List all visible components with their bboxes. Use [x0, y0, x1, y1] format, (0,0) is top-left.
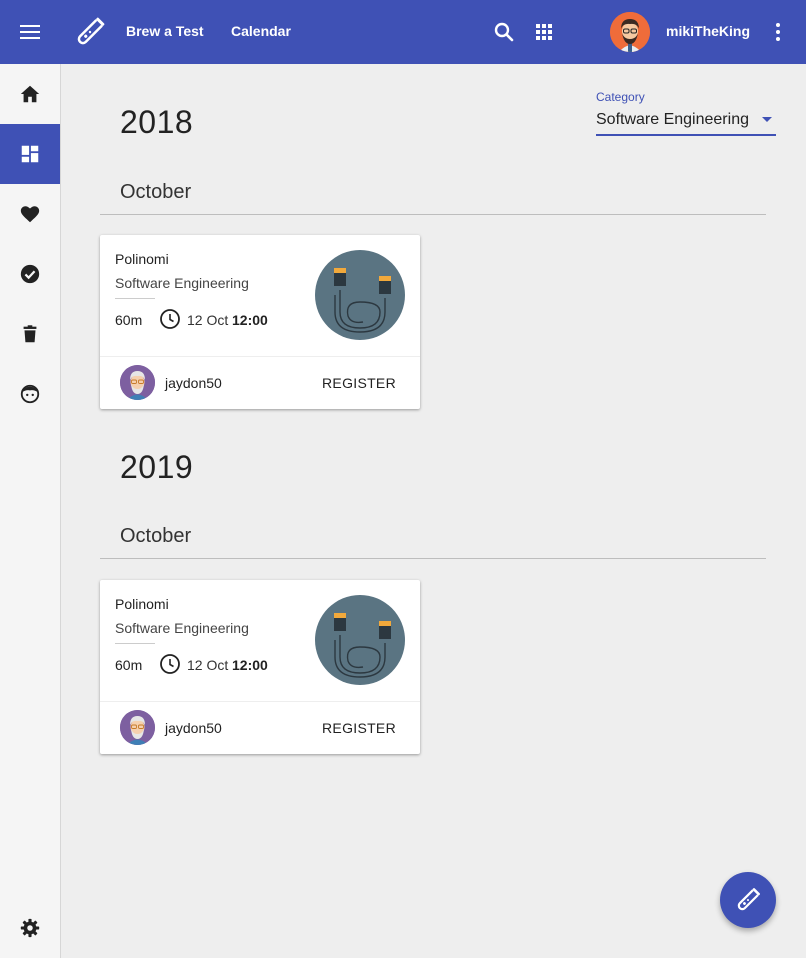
sidebar-item-completed[interactable] — [0, 244, 60, 304]
username[interactable]: mikiTheKing — [666, 23, 750, 39]
more-vert-icon[interactable] — [766, 20, 790, 44]
trash-icon — [23, 325, 37, 343]
sidebar — [0, 64, 61, 958]
app-bar: Brew a Test Calendar mikiTheKing — [0, 0, 806, 64]
brew-test-fab[interactable] — [720, 872, 776, 928]
sidebar-item-dashboard[interactable] — [0, 124, 60, 184]
settings-icon — [20, 918, 40, 938]
clock-icon — [160, 654, 180, 674]
search-icon[interactable] — [492, 20, 516, 44]
card-date: 12 Oct — [187, 657, 229, 673]
dropdown-arrow-icon[interactable] — [762, 117, 772, 122]
nav-calendar[interactable]: Calendar — [231, 23, 291, 39]
card-title: Polinomi — [115, 596, 169, 612]
card-author[interactable]: jaydon50 — [165, 375, 222, 391]
check-circle-icon — [20, 264, 40, 284]
test-tube-icon[interactable] — [72, 14, 108, 50]
card-rule — [115, 298, 155, 299]
sidebar-item-trash[interactable] — [0, 304, 60, 364]
cable-illustration — [315, 595, 405, 685]
sidebar-item-home[interactable] — [0, 64, 60, 124]
apps-grid-icon[interactable] — [532, 20, 556, 44]
test-tube-icon — [737, 888, 760, 911]
category-underline — [596, 134, 776, 136]
card-footer: jaydon50 REGISTER — [100, 356, 420, 409]
sidebar-item-profile[interactable] — [0, 364, 60, 424]
menu-icon[interactable] — [14, 16, 46, 48]
cable-illustration — [315, 250, 405, 340]
card-time: 12:00 — [232, 312, 268, 328]
clock-icon — [160, 309, 180, 329]
section-divider — [100, 214, 766, 215]
category-select[interactable]: Category Software Engineering — [596, 89, 776, 137]
card-category: Software Engineering — [115, 275, 249, 291]
card-author[interactable]: jaydon50 — [165, 720, 222, 736]
user-avatar[interactable] — [610, 12, 650, 52]
register-button[interactable]: REGISTER — [318, 366, 400, 400]
section-divider — [100, 558, 766, 559]
heart-icon — [20, 206, 40, 223]
card-date: 12 Oct — [187, 312, 229, 328]
sidebar-item-settings[interactable] — [0, 898, 60, 958]
card-duration: 60m — [115, 657, 143, 673]
sidebar-item-favorites[interactable] — [0, 184, 60, 244]
category-label: Category — [596, 90, 645, 104]
card-category: Software Engineering — [115, 620, 249, 636]
nav-brew-a-test[interactable]: Brew a Test — [126, 23, 204, 39]
card-time: 12:00 — [232, 657, 268, 673]
year-heading: 2018 — [120, 104, 194, 140]
card-duration: 60m — [115, 312, 143, 328]
author-avatar — [120, 365, 155, 400]
month-heading: October — [120, 525, 192, 547]
card-footer: jaydon50 REGISTER — [100, 701, 420, 754]
author-avatar — [120, 710, 155, 745]
year-heading: 2019 — [120, 449, 194, 485]
card-title: Polinomi — [115, 251, 169, 267]
dashboard-icon — [21, 145, 39, 163]
category-value[interactable]: Software Engineering — [596, 111, 749, 129]
register-button[interactable]: REGISTER — [318, 711, 400, 745]
month-heading: October — [120, 181, 192, 203]
card-rule — [115, 643, 155, 644]
home-icon — [20, 85, 40, 103]
face-icon — [20, 384, 40, 404]
test-card[interactable]: Polinomi Software Engineering 60m 12 Oct… — [100, 235, 420, 409]
test-card[interactable]: Polinomi Software Engineering 60m 12 Oct… — [100, 580, 420, 754]
